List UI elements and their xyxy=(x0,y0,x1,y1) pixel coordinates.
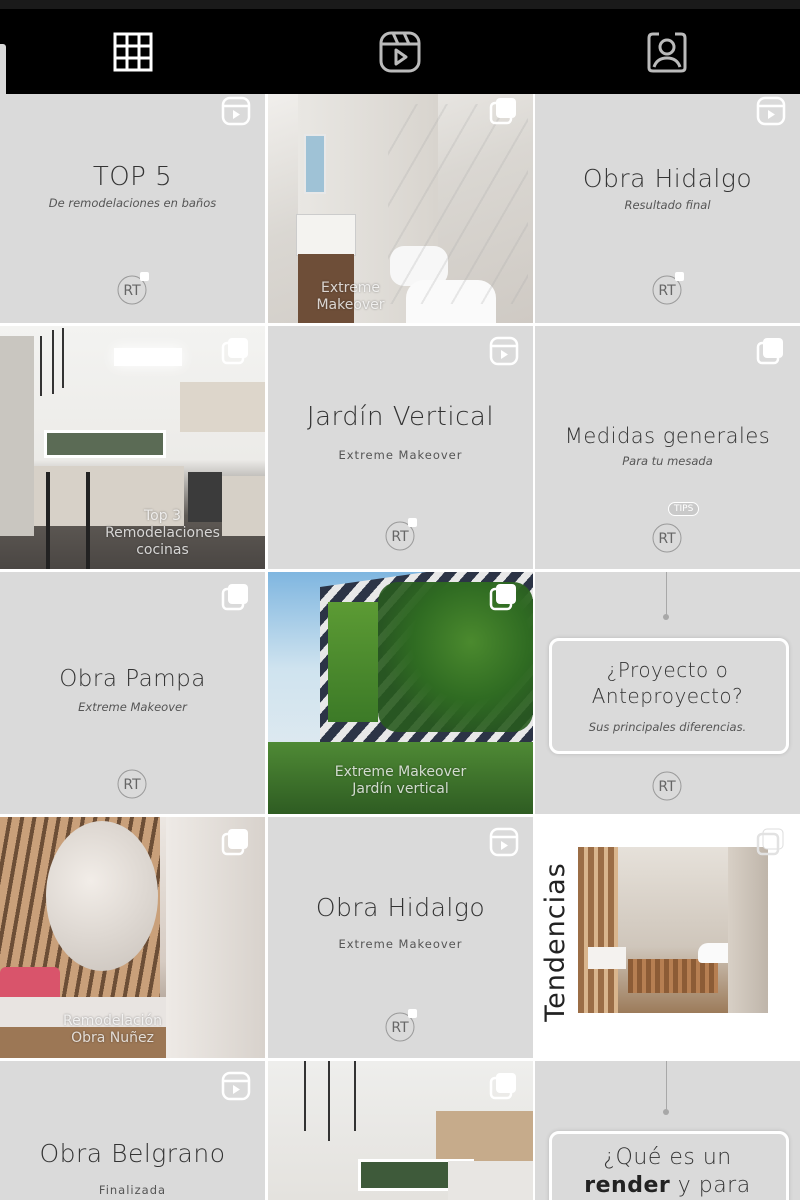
post-title-bold: render xyxy=(584,1173,671,1198)
post-title: Obra Hidalgo xyxy=(582,164,753,193)
carousel-icon xyxy=(489,1073,516,1100)
post-caption: Extreme Makeover Jardín vertical xyxy=(334,764,467,797)
svg-text:RT: RT xyxy=(658,779,676,795)
post-caption: Extreme Makeover xyxy=(316,280,385,313)
svg-text:RT: RT xyxy=(658,283,676,299)
reels-icon xyxy=(756,96,786,126)
post-subtitle: Extreme Makeover xyxy=(338,448,463,462)
post-tile[interactable]: Tendencias xyxy=(535,817,800,1058)
post-subtitle: Sus principales diferencias. xyxy=(588,720,747,734)
rt-logo-icon: RT xyxy=(117,769,147,799)
post-tile[interactable]: Extreme Makeover xyxy=(268,94,533,323)
post-tile[interactable]: Jardín Vertical Extreme Makeover RT xyxy=(268,326,533,569)
rt-logo-icon: RT xyxy=(117,272,149,305)
carousel-icon xyxy=(756,338,783,365)
post-title: Obra Hidalgo xyxy=(315,893,486,922)
post-tile[interactable]: ¿Qué es un render y para xyxy=(535,1061,800,1200)
post-subtitle: Extreme Makeover xyxy=(78,700,187,714)
reels-icon xyxy=(489,827,519,857)
svg-text:RT: RT xyxy=(391,1020,409,1036)
post-title: Obra Belgrano xyxy=(39,1139,226,1168)
connector-dot xyxy=(663,1109,669,1115)
reels-icon xyxy=(221,96,251,126)
post-tile[interactable] xyxy=(268,1061,533,1200)
profile-tab-bar xyxy=(0,0,800,94)
post-subtitle: Resultado final xyxy=(624,198,711,212)
reels-icon xyxy=(379,31,421,73)
post-subtitle: De remodelaciones en baños xyxy=(48,196,217,210)
rt-logo-icon: RT xyxy=(652,771,682,801)
post-tile[interactable]: Medidas generales Para tu mesada TIPS RT xyxy=(535,326,800,569)
post-tile[interactable]: Obra Belgrano Finalizada xyxy=(0,1061,265,1200)
reels-icon xyxy=(221,1071,251,1101)
svg-text:RT: RT xyxy=(123,777,141,793)
tagged-person-icon xyxy=(647,32,687,73)
post-subtitle: Para tu mesada xyxy=(622,454,713,468)
post-tile[interactable]: Obra Hidalgo Extreme Makeover RT xyxy=(268,817,533,1058)
post-grid: TOP 5 De remodelaciones en baños RT Extr… xyxy=(0,94,800,1200)
post-tile[interactable]: Remodelación Obra Nuñez xyxy=(0,817,265,1058)
post-title: Jardín Vertical xyxy=(306,402,495,432)
post-subtitle: Finalizada xyxy=(98,1183,167,1197)
post-title: Medidas generales xyxy=(564,424,771,448)
rt-logo-icon: RT xyxy=(385,1009,417,1042)
carousel-icon xyxy=(489,98,516,125)
post-title-line2: render y para xyxy=(535,1173,800,1198)
tab-tagged[interactable] xyxy=(642,27,692,77)
connector-dot xyxy=(663,614,669,620)
post-tile[interactable]: Obra Pampa Extreme Makeover RT xyxy=(0,572,265,814)
post-tile[interactable]: TOP 5 De remodelaciones en baños RT xyxy=(0,94,265,323)
post-title-line1: ¿Qué es un xyxy=(603,1145,732,1170)
post-tile[interactable]: ¿Proyecto o Anteproyecto? Sus principale… xyxy=(535,572,800,814)
post-tile[interactable]: Extreme Makeover Jardín vertical xyxy=(268,572,533,814)
svg-text:RT: RT xyxy=(391,529,409,545)
post-title: TOP 5 xyxy=(92,162,173,192)
reels-icon xyxy=(489,336,519,366)
connector-line xyxy=(666,572,667,616)
post-title-line2: Anteproyecto? xyxy=(591,684,744,708)
rt-logo-icon: RT xyxy=(652,523,682,553)
post-tile[interactable]: Obra Hidalgo Resultado final RT xyxy=(535,94,800,323)
carousel-icon xyxy=(221,584,248,611)
post-caption: Remodelación Obra Nuñez xyxy=(63,1013,162,1046)
post-subtitle: Extreme Makeover xyxy=(338,937,463,951)
tab-grid[interactable] xyxy=(108,27,158,77)
rt-logo-icon: RT xyxy=(652,272,684,305)
tips-badge: TIPS xyxy=(668,502,700,516)
post-title: Obra Pampa xyxy=(59,666,206,692)
svg-text:RT: RT xyxy=(123,283,141,299)
connector-line xyxy=(666,1061,667,1111)
post-title-line1: ¿Proyecto o xyxy=(606,658,729,682)
carousel-icon xyxy=(756,828,784,856)
post-vertical-title: Tendencias xyxy=(540,862,571,1022)
carousel-icon xyxy=(221,829,248,856)
rt-logo-icon: RT xyxy=(385,518,417,551)
svg-text:RT: RT xyxy=(658,531,676,547)
carousel-icon xyxy=(489,584,516,611)
tab-reels[interactable] xyxy=(375,27,425,77)
post-tile[interactable]: Top 3 Remodelaciones cocinas xyxy=(0,326,265,569)
post-caption: Top 3 Remodelaciones cocinas xyxy=(105,508,220,558)
carousel-icon xyxy=(221,338,248,365)
grid-icon xyxy=(113,32,153,72)
post-title-rest: y para xyxy=(670,1173,751,1198)
